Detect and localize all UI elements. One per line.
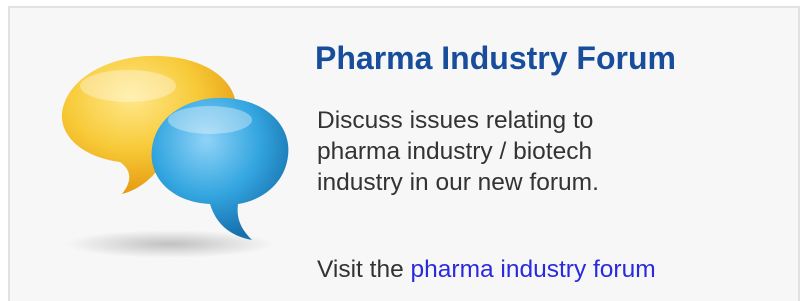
forum-link[interactable]: pharma industry forum bbox=[411, 256, 656, 283]
chat-bubbles-icon bbox=[50, 44, 310, 264]
description-line: Discuss issues relating to bbox=[317, 107, 594, 134]
forum-title: Pharma Industry Forum bbox=[315, 40, 676, 76]
description-line: pharma industry / biotech bbox=[317, 138, 593, 165]
forum-description: Discuss issues relating to pharma indust… bbox=[317, 105, 777, 198]
description-line: industry in our new forum. bbox=[317, 169, 599, 196]
forum-promo-card: Pharma Industry Forum Discuss issues rel… bbox=[8, 6, 800, 301]
visit-line: Visit the pharma industry forum bbox=[317, 256, 656, 284]
visit-prefix: Visit the bbox=[317, 256, 404, 283]
